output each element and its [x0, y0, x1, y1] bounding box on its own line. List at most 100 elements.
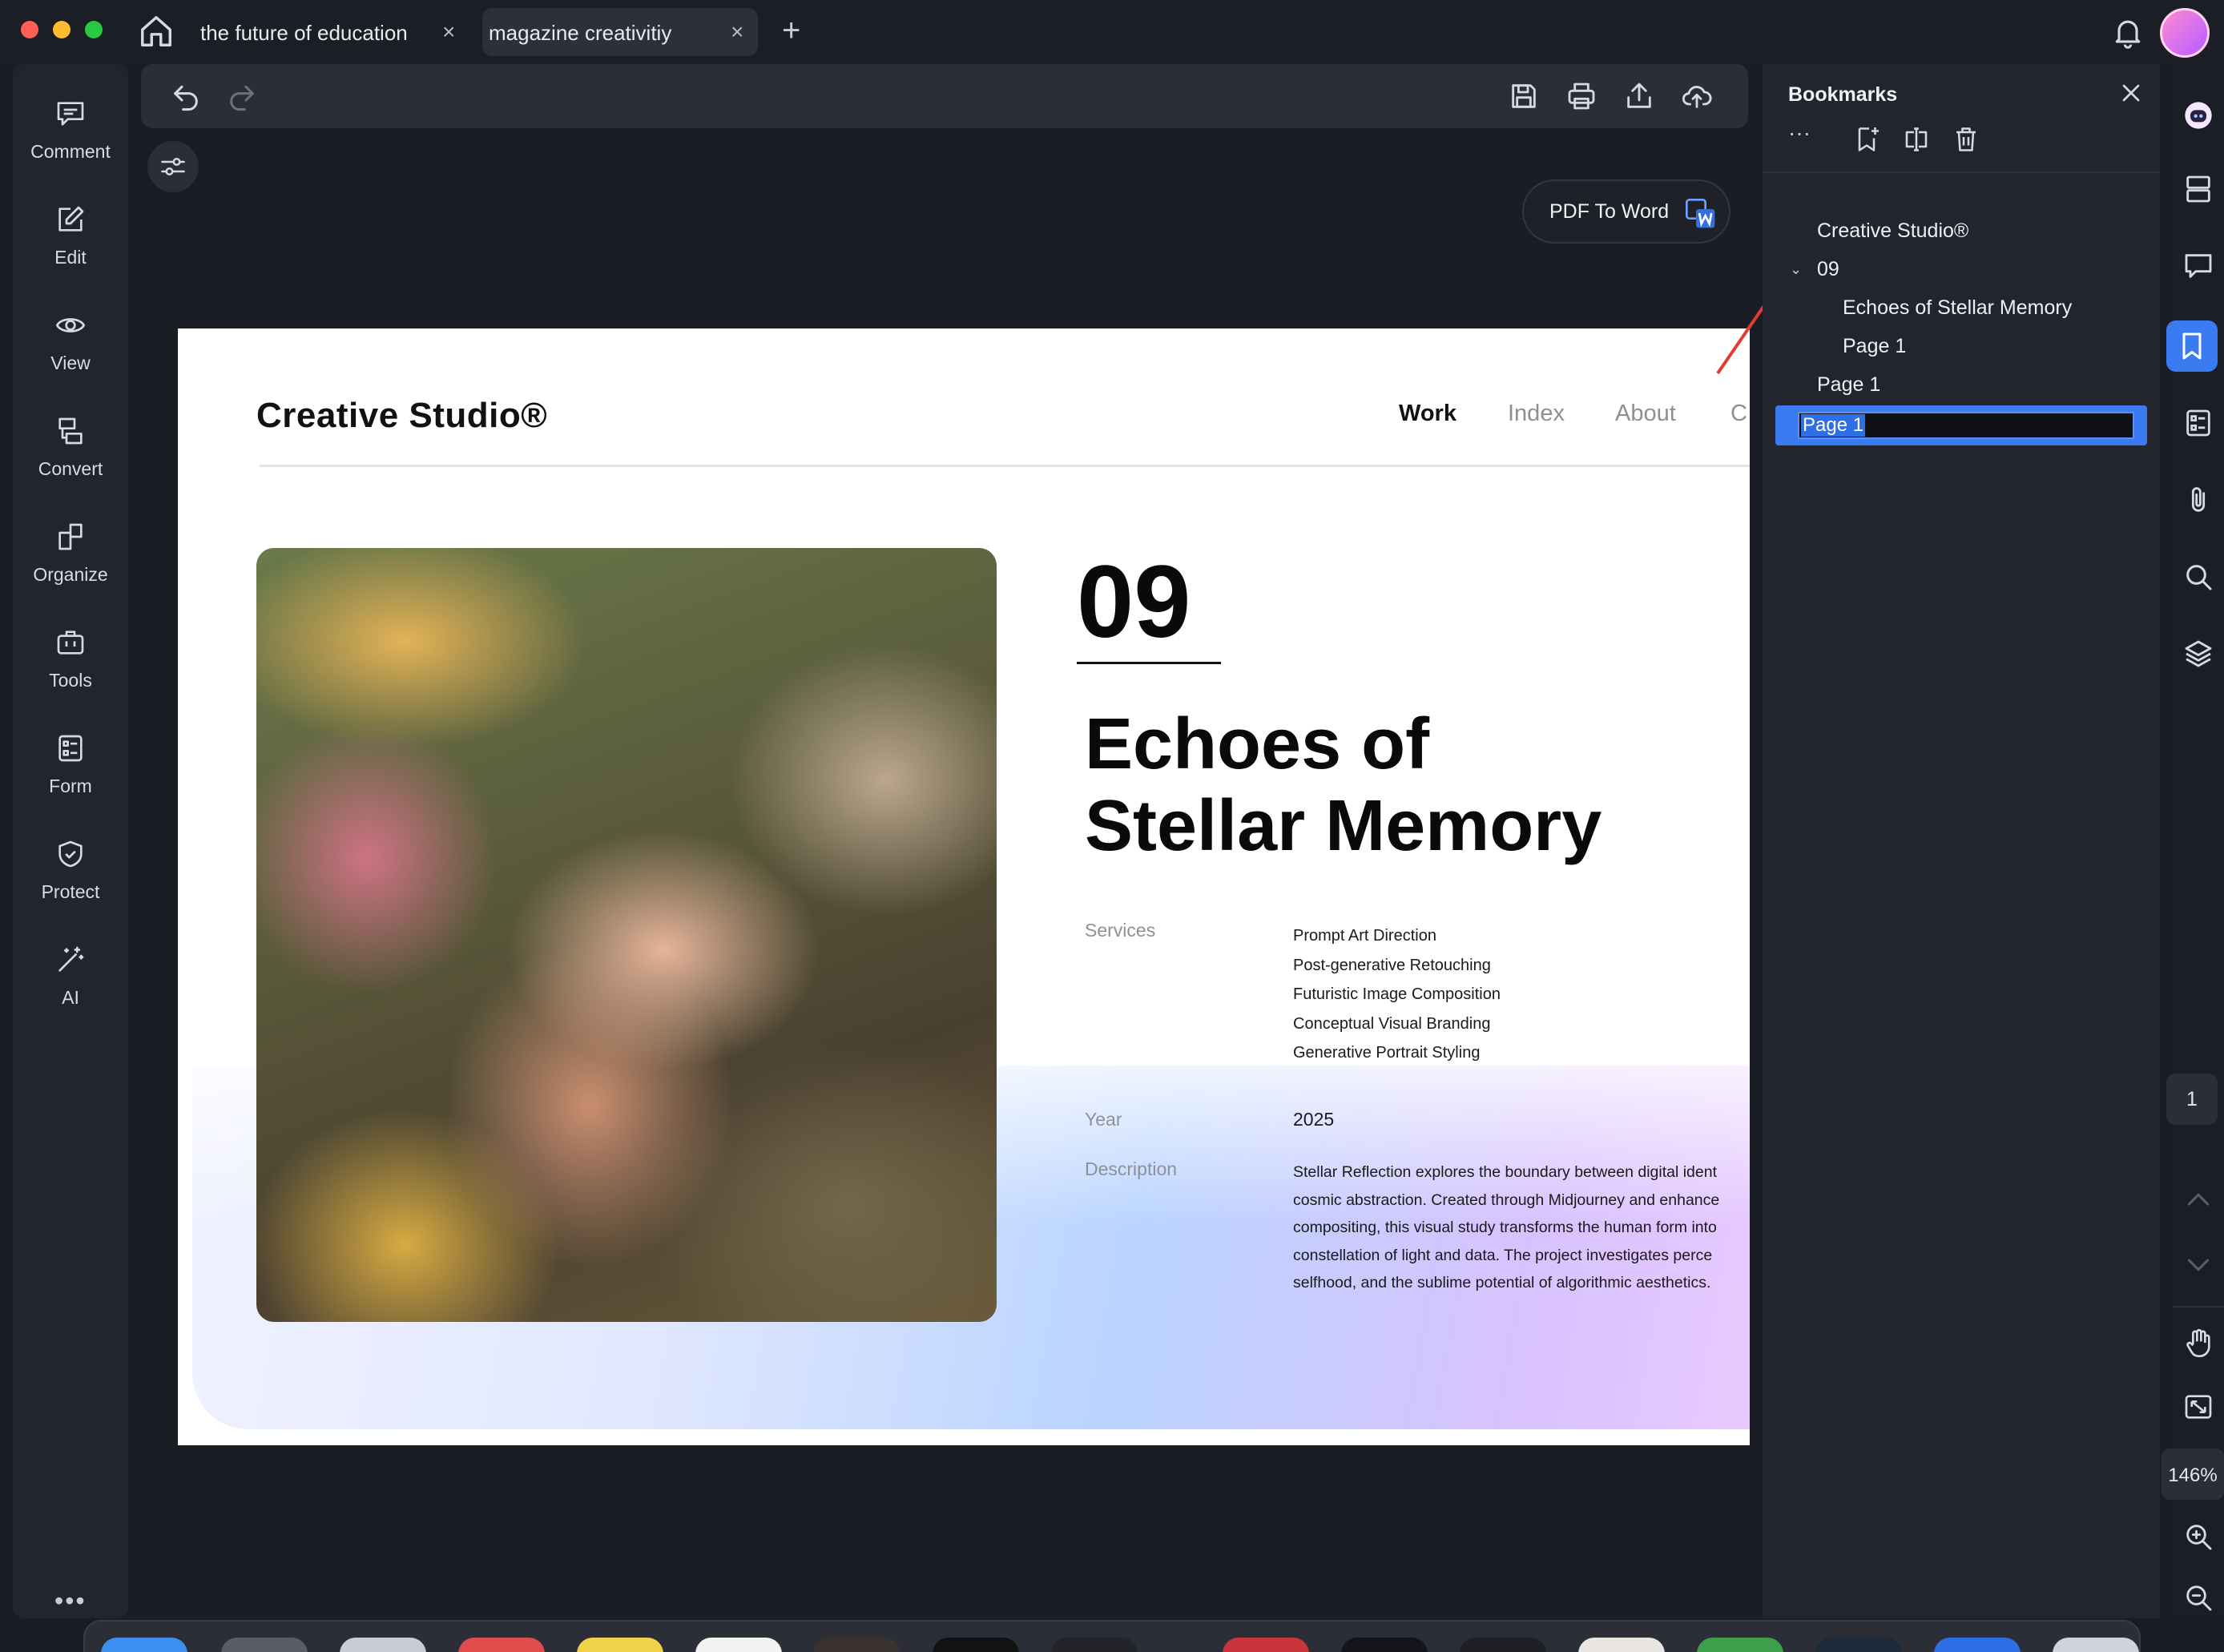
chevron-down-icon[interactable]	[2182, 1248, 2214, 1280]
dock-app-generic-4[interactable]	[1815, 1638, 1902, 1652]
project-number: 09	[1077, 545, 1191, 659]
convert-icon	[58, 417, 83, 445]
zoom-out-icon[interactable]	[2182, 1581, 2214, 1614]
bookmark-item-page-1-child[interactable]: Page 1	[1843, 335, 1906, 358]
sidebar-item-convert[interactable]: Convert	[13, 396, 128, 492]
dock-app-notes[interactable]	[577, 1638, 663, 1652]
display-settings-button[interactable]	[147, 141, 199, 192]
bookmark-icon	[2182, 332, 2202, 360]
nav-link-truncated: C	[1730, 401, 1747, 426]
dock-app-activity[interactable]	[1051, 1638, 1138, 1652]
dock-app-generic-2[interactable]	[1341, 1638, 1428, 1652]
nav-link-about: About	[1615, 401, 1676, 426]
fit-page-icon[interactable]	[2182, 1391, 2214, 1423]
redo-icon[interactable]	[226, 80, 258, 112]
hand-tool-icon[interactable]	[2182, 1327, 2214, 1359]
dock-app-terminal[interactable]	[933, 1638, 1019, 1652]
dock-app-generic[interactable]	[814, 1638, 900, 1652]
list-item: Generative Portrait Styling	[1293, 1044, 1481, 1062]
tab-magazine-creativity[interactable]: magazine creativitiy ×	[482, 8, 758, 56]
dock-app-chrome[interactable]	[695, 1638, 782, 1652]
trash-icon[interactable]	[1952, 125, 1980, 154]
tool-sidebar: Comment Edit View Convert Organize Tools…	[13, 64, 128, 1618]
services-list: Prompt Art Direction Post-generative Ret…	[1293, 921, 1501, 1068]
shield-icon	[58, 840, 83, 868]
ai-assistant-icon[interactable]	[2182, 99, 2214, 131]
bookmark-item-09[interactable]: 09	[1817, 258, 1839, 281]
description-line: cosmic abstraction. Created through Midj…	[1293, 1191, 1720, 1209]
page-thumbnails-icon[interactable]	[2182, 173, 2214, 205]
layers-icon[interactable]	[2182, 638, 2214, 670]
more-options-icon[interactable]: •••	[54, 1586, 87, 1616]
form-fields-icon[interactable]	[2182, 407, 2214, 439]
search-icon[interactable]	[2182, 561, 2214, 593]
attachment-icon[interactable]	[2182, 484, 2214, 516]
window-minimize-button[interactable]	[53, 21, 71, 38]
cloud-upload-icon[interactable]	[1681, 80, 1713, 112]
add-bookmark-icon[interactable]	[1852, 125, 1881, 154]
services-label: Services	[1085, 920, 1156, 941]
sidebar-item-edit[interactable]: Edit	[13, 184, 128, 280]
pdf-page[interactable]: Creative Studio® Work Index About C 09 E…	[178, 328, 1750, 1445]
dock-app-acrobat[interactable]	[1223, 1638, 1309, 1652]
bookmark-item-creative-studio[interactable]: Creative Studio®	[1817, 220, 1968, 243]
page-number-indicator[interactable]: 1	[2166, 1074, 2218, 1125]
sidebar-item-label: Tools	[49, 670, 92, 691]
bell-icon[interactable]	[2110, 14, 2145, 50]
sidebar-item-form[interactable]: Form	[13, 713, 128, 809]
save-icon[interactable]	[1508, 80, 1540, 112]
title-bar: the future of education × magazine creat…	[0, 0, 2224, 64]
sidebar-item-ai[interactable]: AI	[13, 925, 128, 1021]
right-icon-strip	[2173, 64, 2224, 1618]
dock-app-photos[interactable]	[1578, 1638, 1665, 1652]
share-icon[interactable]	[1623, 80, 1655, 112]
description-line: compositing, this visual study transform…	[1293, 1219, 1717, 1236]
chevron-down-icon[interactable]: ⌄	[1790, 261, 1802, 278]
header-divider	[260, 465, 1750, 467]
sidebar-item-view[interactable]: View	[13, 290, 128, 386]
sidebar-item-tools[interactable]: Tools	[13, 607, 128, 703]
tab-close-icon[interactable]: ×	[442, 19, 455, 45]
description-line: Stellar Reflection explores the boundary…	[1293, 1163, 1717, 1181]
zoom-in-icon[interactable]	[2182, 1521, 2214, 1553]
dock-app-trash[interactable]	[2053, 1638, 2139, 1652]
dock-app-calendar[interactable]	[458, 1638, 545, 1652]
rename-bookmark-icon[interactable]	[1902, 125, 1931, 154]
bookmark-rename-value: Page 1	[1801, 414, 1866, 437]
tab-close-icon[interactable]: ×	[731, 19, 743, 45]
bookmarks-panel-toggle[interactable]	[2166, 320, 2218, 372]
description-label: Description	[1085, 1158, 1178, 1179]
panel-divider	[1763, 171, 2160, 173]
print-icon[interactable]	[1565, 80, 1597, 112]
sidebar-item-label: View	[50, 353, 91, 373]
new-tab-button[interactable]: +	[782, 14, 800, 46]
sidebar-item-protect[interactable]: Protect	[13, 819, 128, 915]
close-icon[interactable]	[2117, 79, 2145, 107]
window-zoom-button[interactable]	[85, 21, 103, 38]
list-item: Post-generative Retouching	[1293, 956, 1491, 974]
dock-app-downloads[interactable]	[1697, 1638, 1783, 1652]
tab-the-future-of-education[interactable]: the future of education ×	[191, 8, 463, 56]
dock-app-system-settings[interactable]	[340, 1638, 426, 1652]
sidebar-item-label: Protect	[41, 881, 100, 902]
bookmark-rename-input[interactable]: Page 1	[1798, 412, 2134, 439]
dock-app-generic-3[interactable]	[1460, 1638, 1546, 1652]
undo-icon[interactable]	[170, 80, 202, 112]
window-close-button[interactable]	[21, 21, 38, 38]
home-icon[interactable]	[138, 13, 175, 50]
zoom-level-indicator[interactable]: 146%	[2162, 1449, 2224, 1500]
brand-title: Creative Studio®	[256, 396, 548, 435]
eye-icon	[55, 318, 86, 332]
dock-app-safari[interactable]	[221, 1638, 308, 1652]
bookmark-more-icon[interactable]: ···	[1788, 120, 1817, 149]
dock-app-generic-5[interactable]	[1934, 1638, 2021, 1652]
sidebar-item-comment[interactable]: Comment	[13, 79, 128, 175]
sidebar-item-organize[interactable]: Organize	[13, 502, 128, 598]
description-text: Stellar Reflection explores the boundary…	[1293, 1158, 1719, 1297]
dock-app-finder[interactable]	[101, 1638, 187, 1652]
bookmark-item-page-1[interactable]: Page 1	[1817, 373, 1880, 397]
comments-panel-icon[interactable]	[2182, 250, 2214, 282]
bookmark-item-echoes[interactable]: Echoes of Stellar Memory	[1843, 296, 2072, 320]
avatar[interactable]	[2160, 8, 2210, 58]
chevron-up-icon[interactable]	[2182, 1184, 2214, 1216]
